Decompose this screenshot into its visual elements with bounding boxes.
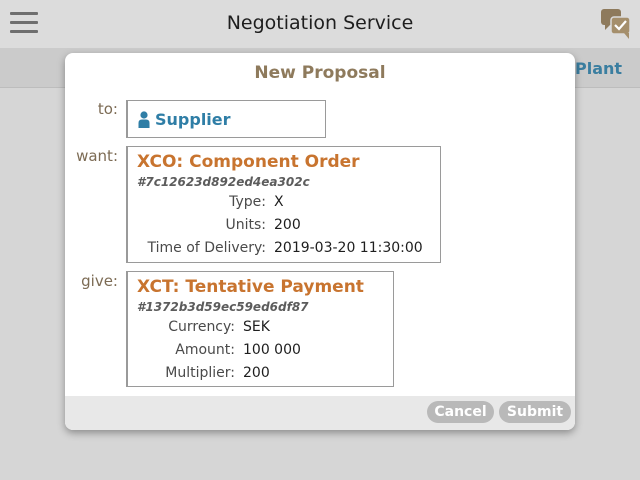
give-item-hash: #1372b3d59ec59ed6df87 — [137, 300, 309, 314]
field-value-time-of-delivery: 2019-03-20 11:30:00 — [274, 240, 423, 256]
want-item-hash: #7c12623d892ed4ea302c — [137, 175, 310, 189]
field-value-amount: 100 000 — [243, 342, 301, 358]
app-title: Negotiation Service — [226, 12, 414, 34]
field-value-type: X — [274, 194, 284, 210]
field-value-multiplier: 200 — [243, 365, 270, 381]
field-label-units: Units: — [225, 217, 266, 233]
want-item-card[interactable]: XCO: Component Order #7c12623d892ed4ea30… — [126, 146, 441, 263]
want-label: want: — [76, 147, 118, 165]
field-label-amount: Amount: — [175, 342, 235, 358]
give-item-title: XCT: Tentative Payment — [137, 277, 364, 297]
field-label-time-of-delivery: Time of Delivery: — [147, 240, 266, 256]
recipient-selector[interactable]: Supplier — [126, 100, 326, 138]
want-item-title: XCO: Component Order — [137, 152, 360, 172]
field-label-type: Type: — [229, 194, 266, 210]
chat-approval-icon[interactable] — [600, 7, 632, 41]
dialog-footer: Cancel Submit — [65, 396, 575, 430]
person-icon — [138, 111, 150, 128]
field-value-currency: SEK — [243, 319, 270, 335]
app-bar: Negotiation Service — [0, 0, 640, 48]
tab-plant[interactable]: Plant — [575, 59, 622, 78]
dialog-title: New Proposal — [254, 63, 386, 83]
submit-button[interactable]: Submit — [499, 401, 571, 423]
give-label: give: — [81, 272, 118, 290]
cancel-button[interactable]: Cancel — [427, 401, 494, 423]
recipient-name: Supplier — [155, 110, 231, 129]
give-item-card[interactable]: XCT: Tentative Payment #1372b3d59ec59ed6… — [126, 271, 394, 387]
to-label: to: — [97, 100, 118, 118]
new-proposal-dialog: New Proposal to: Supplier want: XCO: Com… — [65, 53, 575, 430]
field-label-multiplier: Multiplier: — [165, 365, 235, 381]
field-value-units: 200 — [274, 217, 301, 233]
field-label-currency: Currency: — [168, 319, 235, 335]
